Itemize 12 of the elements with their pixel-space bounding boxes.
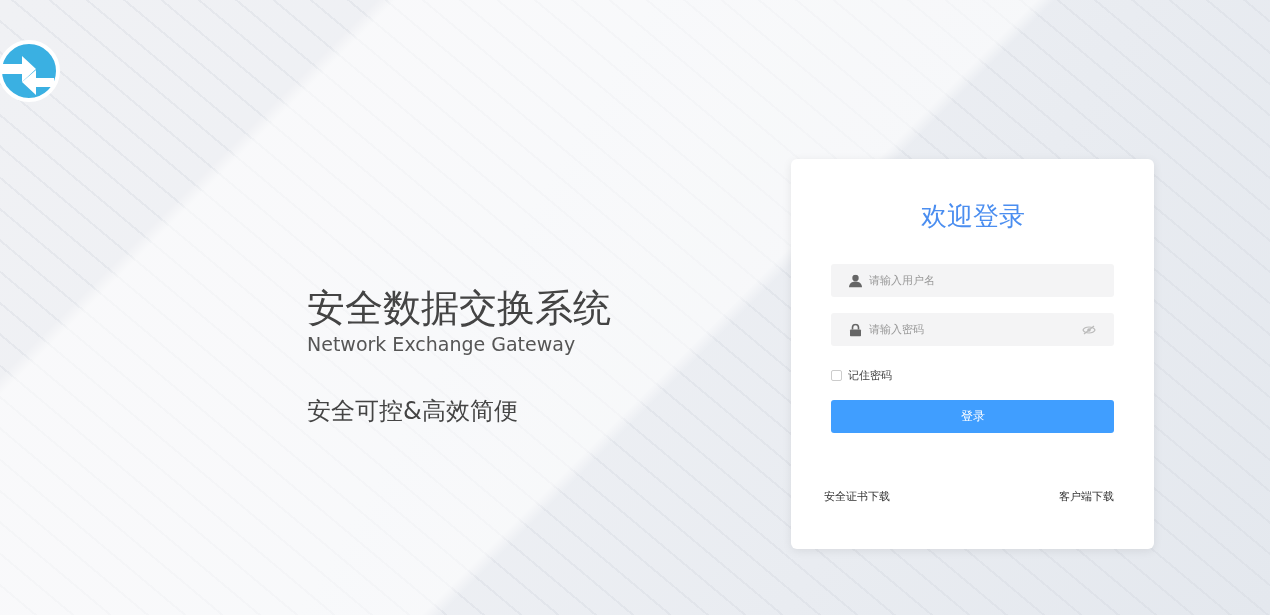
remember-label: 记住密码 <box>848 368 892 383</box>
system-subtitle: Network Exchange Gateway <box>307 333 577 355</box>
eye-hidden-icon[interactable] <box>1082 324 1096 335</box>
welcome-heading: 欢迎登录 <box>919 200 1026 233</box>
remember-checkbox[interactable] <box>831 370 842 381</box>
certificate-download-link[interactable]: 安全证书下载 <box>824 489 890 504</box>
password-field[interactable]: 请输入密码 <box>831 313 1114 346</box>
logo-icon <box>0 40 60 102</box>
slogan: 安全可控&高效简便 <box>307 396 519 427</box>
system-title: 安全数据交换系统 <box>307 285 611 331</box>
username-field[interactable]: 请输入用户名 <box>831 264 1114 297</box>
client-download-link[interactable]: 客户端下载 <box>1059 489 1114 504</box>
